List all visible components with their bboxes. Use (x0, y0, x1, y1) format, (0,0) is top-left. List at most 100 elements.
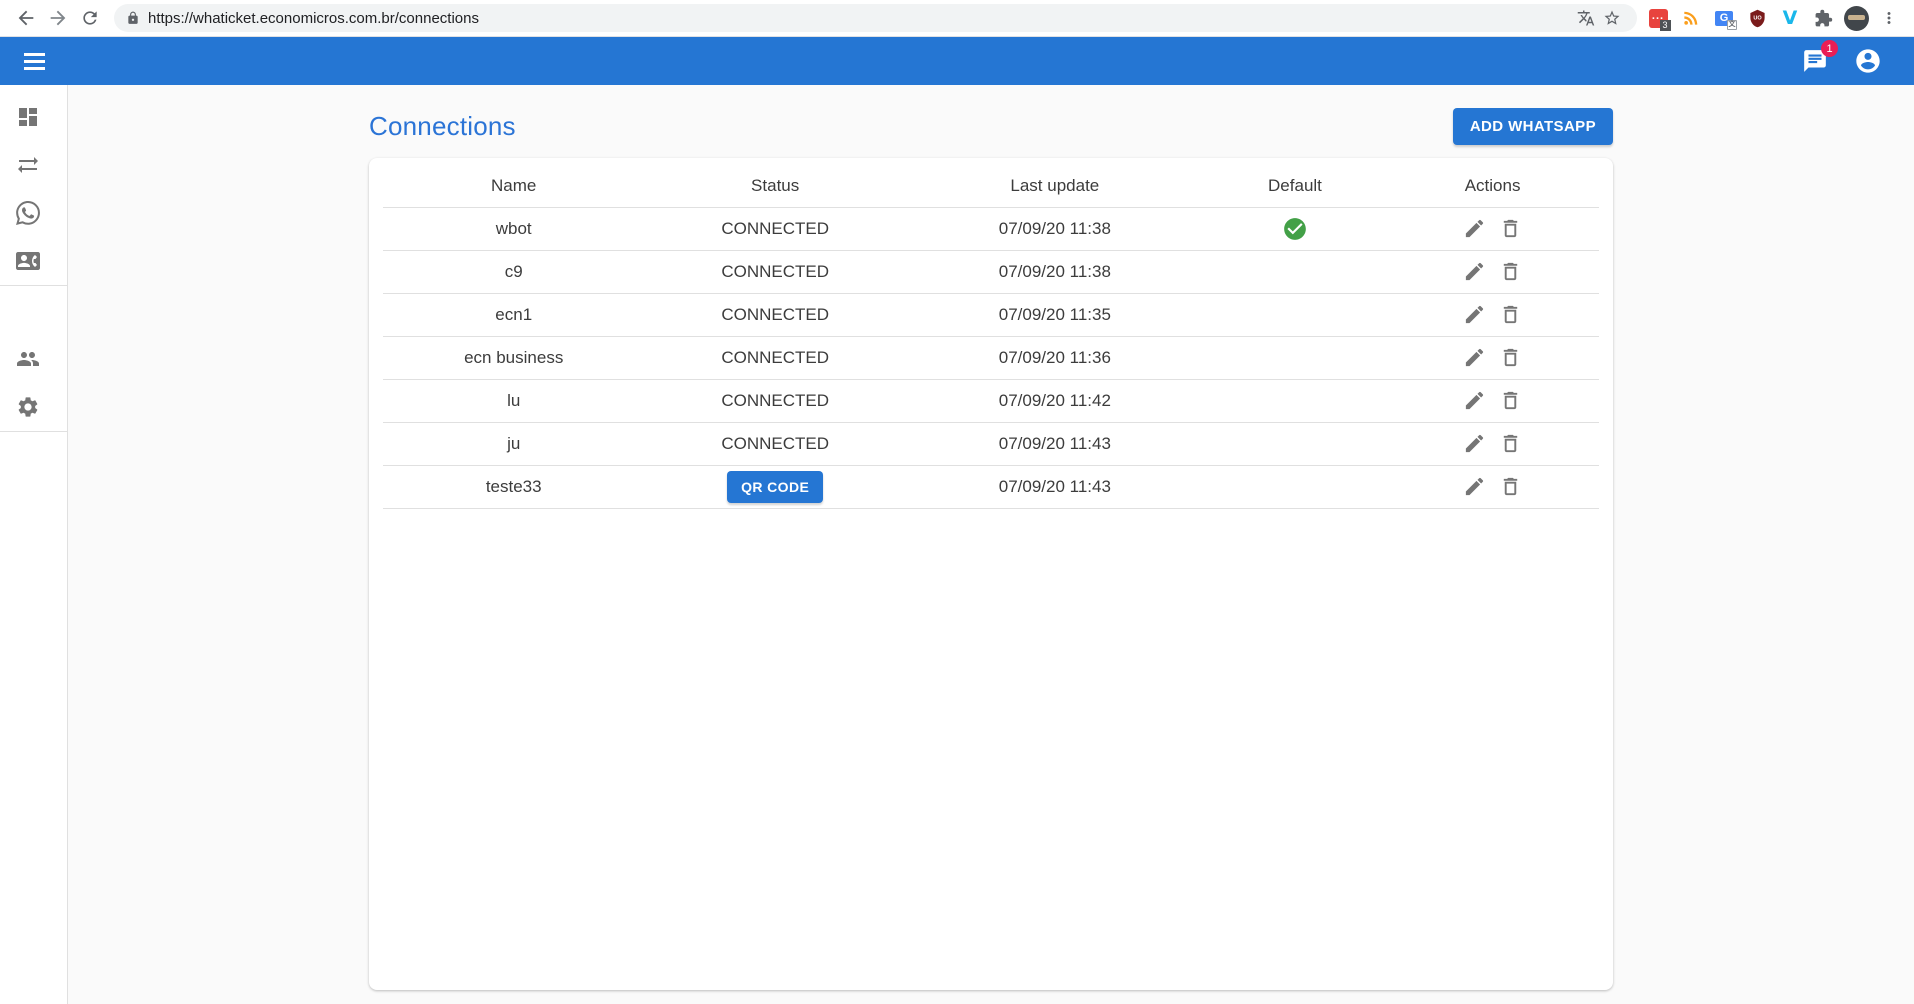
edit-button[interactable] (1459, 471, 1490, 502)
cell-last-update: 07/09/20 11:35 (906, 293, 1204, 336)
ublock-origin-extension-icon: UO (1748, 9, 1767, 28)
cell-actions (1386, 379, 1599, 422)
account-menu-button[interactable] (1850, 43, 1886, 79)
cell-default (1204, 336, 1386, 379)
delete-button[interactable] (1495, 342, 1526, 373)
column-header-default: Default (1204, 166, 1386, 207)
menu-button[interactable] (12, 39, 56, 83)
edit-button[interactable] (1459, 385, 1490, 416)
edit-button[interactable] (1459, 428, 1490, 459)
google-translate-extension-button[interactable]: G文 (1711, 5, 1737, 31)
edit-button[interactable] (1459, 213, 1490, 244)
cell-last-update: 07/09/20 11:43 (906, 422, 1204, 465)
cell-status: CONNECTED (644, 207, 905, 250)
forward-button[interactable] (42, 2, 74, 34)
browser-menu-button[interactable] (1876, 5, 1902, 31)
table-row: lu CONNECTED 07/09/20 11:42 (383, 379, 1599, 422)
edit-button[interactable] (1459, 256, 1490, 287)
reload-button[interactable] (74, 2, 106, 34)
gear-icon (16, 395, 40, 419)
edit-pencil-icon (1463, 303, 1486, 326)
v-extension-icon: V (1783, 7, 1798, 29)
status-text: CONNECTED (721, 391, 829, 410)
table-row: ecn business CONNECTED 07/09/20 11:36 (383, 336, 1599, 379)
table-header-row: Name Status Last update Default Actions (383, 166, 1599, 207)
delete-trash-icon (1499, 389, 1522, 412)
cell-default (1204, 379, 1386, 422)
url-bar[interactable]: https://whaticket.economicros.com.br/con… (114, 4, 1637, 32)
table-row: ju CONNECTED 07/09/20 11:43 (383, 422, 1599, 465)
v-extension-button[interactable]: V (1777, 5, 1803, 31)
extension-badge: 3 (1660, 20, 1671, 31)
table-row: ecn1 CONNECTED 07/09/20 11:35 (383, 293, 1599, 336)
delete-button[interactable] (1495, 299, 1526, 330)
sidebar (0, 85, 68, 1004)
delete-button[interactable] (1495, 256, 1526, 287)
account-circle-icon (1854, 47, 1882, 75)
sidebar-item-tickets[interactable] (0, 141, 67, 189)
edit-pencil-icon (1463, 346, 1486, 369)
sidebar-item-dashboard[interactable] (0, 93, 67, 141)
cell-default (1204, 465, 1386, 508)
edit-pencil-icon (1463, 389, 1486, 412)
ublock-extension-button[interactable]: UO (1744, 5, 1770, 31)
delete-button[interactable] (1495, 471, 1526, 502)
translate-icon (1577, 9, 1595, 27)
sidebar-item-contacts[interactable] (0, 237, 67, 285)
rss-extension-button[interactable] (1678, 5, 1704, 31)
cell-status: CONNECTED (644, 293, 905, 336)
edit-button[interactable] (1459, 342, 1490, 373)
delete-button[interactable] (1495, 428, 1526, 459)
add-whatsapp-button[interactable]: ADD WHATSAPP (1453, 108, 1613, 145)
cell-actions (1386, 465, 1599, 508)
column-header-actions: Actions (1386, 166, 1599, 207)
browser-toolbar: https://whaticket.economicros.com.br/con… (0, 0, 1914, 37)
connections-table: Name Status Last update Default Actions … (383, 166, 1599, 509)
page-translate-button[interactable] (1573, 5, 1599, 31)
delete-trash-icon (1499, 303, 1522, 326)
cell-actions (1386, 293, 1599, 336)
status-text: CONNECTED (721, 219, 829, 238)
forward-arrow-icon (47, 7, 69, 29)
page-title: Connections (369, 111, 516, 142)
edit-pencil-icon (1463, 475, 1486, 498)
cell-status: CONNECTED (644, 250, 905, 293)
cell-name: teste33 (383, 465, 644, 508)
sidebar-item-users[interactable] (0, 335, 67, 383)
delete-trash-icon (1499, 475, 1522, 498)
edit-pencil-icon (1463, 260, 1486, 283)
cell-default (1204, 422, 1386, 465)
delete-trash-icon (1499, 260, 1522, 283)
notifications-button[interactable]: 1 (1798, 44, 1832, 78)
delete-button[interactable] (1495, 385, 1526, 416)
browser-profile-button[interactable] (1843, 5, 1869, 31)
bookmark-button[interactable] (1599, 5, 1625, 31)
sidebar-section-gap (0, 286, 67, 335)
cell-name: c9 (383, 250, 644, 293)
delete-button[interactable] (1495, 213, 1526, 244)
back-button[interactable] (10, 2, 42, 34)
edit-pencil-icon (1463, 217, 1486, 240)
sidebar-item-connections[interactable] (0, 189, 67, 237)
cell-name: ecn business (383, 336, 644, 379)
whatsapp-icon (16, 201, 40, 225)
swap-arrows-icon (16, 153, 40, 177)
puzzle-extensions-icon (1814, 9, 1833, 28)
reload-icon (80, 8, 100, 28)
qr-code-button[interactable]: QR CODE (727, 471, 823, 503)
cell-last-update: 07/09/20 11:43 (906, 465, 1204, 508)
notification-badge: 1 (1821, 40, 1838, 57)
bookmark-star-icon (1603, 9, 1621, 27)
browser-menu-dots-icon (1880, 9, 1898, 27)
delete-trash-icon (1499, 346, 1522, 369)
red-dots-extension-icon: ... 3 (1649, 9, 1668, 28)
edit-button[interactable] (1459, 299, 1490, 330)
sidebar-item-settings[interactable] (0, 383, 67, 431)
extensions-menu-button[interactable] (1810, 5, 1836, 31)
cell-last-update: 07/09/20 11:42 (906, 379, 1204, 422)
cell-last-update: 07/09/20 11:38 (906, 207, 1204, 250)
dashboard-icon (16, 105, 40, 129)
table-row: c9 CONNECTED 07/09/20 11:38 (383, 250, 1599, 293)
cell-last-update: 07/09/20 11:38 (906, 250, 1204, 293)
red-dots-extension-button[interactable]: ... 3 (1645, 5, 1671, 31)
